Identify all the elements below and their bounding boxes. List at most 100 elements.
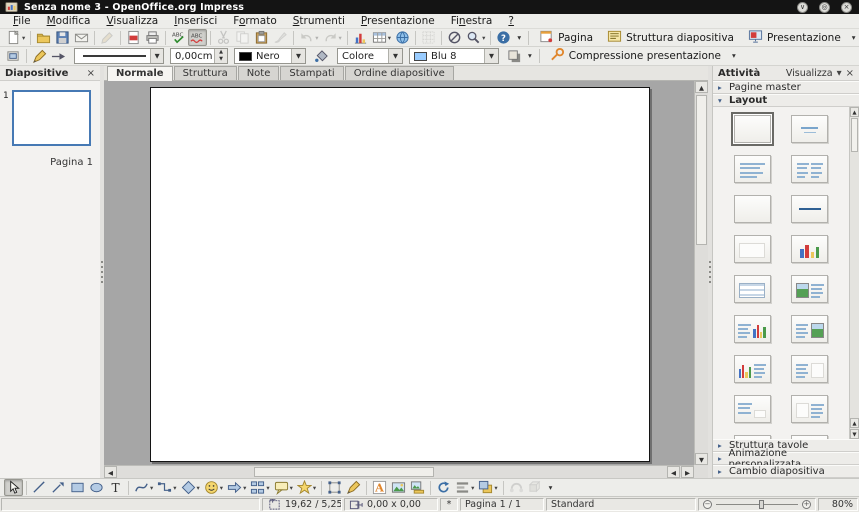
tab-stampati[interactable]: Stampati xyxy=(280,66,343,80)
extrusion-icon[interactable] xyxy=(526,479,545,496)
layout-thumb-title-table[interactable] xyxy=(734,275,771,303)
symbol-shapes-tool[interactable]: ▾ xyxy=(202,479,225,496)
layout-scroll-thumb[interactable] xyxy=(851,118,858,152)
close-icon[interactable]: × xyxy=(846,68,854,79)
toolbar-overflow-icon[interactable]: ▾ xyxy=(549,483,553,492)
menu-presentazione[interactable]: Presentazione xyxy=(353,15,443,27)
callouts-tool[interactable]: ▾ xyxy=(272,479,295,496)
line-dialog-icon[interactable] xyxy=(30,48,49,65)
pagina-button[interactable]: Pagina xyxy=(532,29,600,46)
section-animazione-personalizzata[interactable]: ▸ Animazione personalizzata xyxy=(713,452,859,465)
layout-thumb-title-text-img[interactable] xyxy=(791,315,828,343)
zoom-track[interactable] xyxy=(716,504,798,505)
panel-splitter[interactable] xyxy=(708,66,712,478)
edit-file-icon[interactable] xyxy=(98,29,117,46)
menu-strumenti[interactable]: Strumenti xyxy=(285,15,353,27)
layout-thumb-title-text-chart[interactable] xyxy=(734,315,771,343)
select-tool[interactable] xyxy=(4,479,23,496)
menu-finestra[interactable]: Finestra xyxy=(443,15,501,27)
text-tool[interactable]: T xyxy=(106,479,125,496)
maximize-button[interactable]: ◎ xyxy=(819,2,830,13)
alignment-icon[interactable]: ▾ xyxy=(453,479,476,496)
new-document-icon[interactable]: ▾ xyxy=(4,29,27,46)
toolbar-overflow-icon[interactable]: ▾ xyxy=(517,33,521,42)
connector-tool[interactable]: ▾ xyxy=(155,479,178,496)
chevron-down-icon[interactable]: ▼ xyxy=(484,49,498,63)
layout-thumb-title-chart[interactable] xyxy=(791,235,828,263)
email-icon[interactable] xyxy=(72,29,91,46)
interaction-icon[interactable] xyxy=(507,479,526,496)
display-grid-icon[interactable] xyxy=(419,29,438,46)
compress-presentation-button[interactable]: Compressione presentazione xyxy=(543,48,728,65)
minimize-button[interactable]: ∨ xyxy=(797,2,808,13)
presentazione-button[interactable]: Presentazione xyxy=(741,29,848,46)
tab-ordine-diapositive[interactable]: Ordine diapositive xyxy=(345,66,454,80)
tab-struttura[interactable]: Struttura xyxy=(174,66,237,80)
menu-visualizza[interactable]: Visualizza xyxy=(98,15,166,27)
menu-?[interactable]: ? xyxy=(500,15,522,27)
line-tool[interactable] xyxy=(30,479,49,496)
layout-thumb-title-chart-text[interactable] xyxy=(734,355,771,383)
vertical-scroll-thumb[interactable] xyxy=(696,95,707,245)
layout-thumb-title-sub[interactable] xyxy=(791,115,828,143)
open-icon[interactable] xyxy=(34,29,53,46)
layout-thumb-title-text-empty[interactable] xyxy=(791,355,828,383)
slide-thumbnail[interactable] xyxy=(12,90,91,146)
chevron-down-icon[interactable]: ▼ xyxy=(291,49,305,63)
fontwork-icon[interactable]: A xyxy=(370,479,389,496)
layout-thumb-title-bullets[interactable] xyxy=(734,155,771,183)
section-cambio-diapositiva[interactable]: ▸ Cambio diapositiva xyxy=(713,465,859,478)
print-icon[interactable] xyxy=(143,29,162,46)
paste-icon[interactable] xyxy=(252,29,271,46)
chevron-down-icon[interactable]: ▼ xyxy=(388,49,402,63)
navigator-icon[interactable] xyxy=(445,29,464,46)
rotate-icon[interactable] xyxy=(434,479,453,496)
save-icon[interactable] xyxy=(53,29,72,46)
view-menu-button[interactable]: Visualizza xyxy=(786,68,833,79)
format-paintbrush-icon[interactable] xyxy=(271,29,290,46)
zoom-out-icon[interactable]: − xyxy=(703,500,712,509)
scroll-up-icon[interactable]: ▲ xyxy=(695,81,708,93)
layout-thumb-blank[interactable] xyxy=(734,115,771,143)
tab-normale[interactable]: Normale xyxy=(107,66,173,81)
zoom-icon[interactable]: ▾ xyxy=(464,29,487,46)
section-layout[interactable]: ▾ Layout xyxy=(713,94,859,107)
menu-formato[interactable]: Formato xyxy=(225,15,284,27)
undo-icon[interactable]: ▾ xyxy=(297,29,320,46)
close-button[interactable]: × xyxy=(841,2,852,13)
spellcheck-icon[interactable]: ABC xyxy=(169,29,188,46)
scroll-left-icon[interactable]: ◀ xyxy=(667,466,680,478)
scroll-right-icon[interactable]: ▶ xyxy=(681,466,694,478)
layout-thumb-title-img-text[interactable] xyxy=(791,275,828,303)
shadow-icon[interactable] xyxy=(505,48,524,65)
scroll-up-icon[interactable]: ▲ xyxy=(850,418,859,428)
status-zoom-slider[interactable]: − + xyxy=(698,498,816,511)
toolbar-overflow-icon[interactable]: ▾ xyxy=(852,33,856,42)
line-width-spinner[interactable]: 0,00cm ▲▼ xyxy=(170,48,228,64)
presentation-styles-icon[interactable] xyxy=(4,48,23,65)
struttura-diapositiva-button[interactable]: Struttura diapositiva xyxy=(600,29,741,46)
status-template[interactable]: Standard xyxy=(546,498,696,511)
ellipse-tool[interactable] xyxy=(87,479,106,496)
tab-note[interactable]: Note xyxy=(238,66,280,80)
from-file-icon[interactable] xyxy=(389,479,408,496)
section-pagine-master[interactable]: ▸ Pagine master xyxy=(713,81,859,94)
zoom-slider-thumb[interactable] xyxy=(759,500,764,509)
status-zoom-value[interactable]: 80% xyxy=(818,498,858,511)
line-color-select[interactable]: Nero ▼ xyxy=(234,48,306,64)
layout-thumb-title-empty-wide-text[interactable] xyxy=(734,435,771,439)
help-icon[interactable]: ? xyxy=(494,29,513,46)
menu-file[interactable]: File xyxy=(5,15,39,27)
arrow-line-tool[interactable] xyxy=(49,479,68,496)
horizontal-scroll-thumb[interactable] xyxy=(254,467,434,477)
rectangle-tool[interactable] xyxy=(68,479,87,496)
fill-type-select[interactable]: Colore ▼ xyxy=(337,48,403,64)
edit-points-tool[interactable] xyxy=(325,479,344,496)
chevron-down-icon[interactable]: ▼ xyxy=(837,69,842,77)
layout-thumb-title-empty-text[interactable] xyxy=(791,395,828,423)
stars-tool[interactable]: ▾ xyxy=(295,479,318,496)
layout-thumb-center-line[interactable] xyxy=(791,195,828,223)
hyperlink-icon[interactable] xyxy=(393,29,412,46)
scroll-up-icon[interactable]: ▲ xyxy=(850,107,859,117)
arrow-style-icon[interactable] xyxy=(49,48,68,65)
